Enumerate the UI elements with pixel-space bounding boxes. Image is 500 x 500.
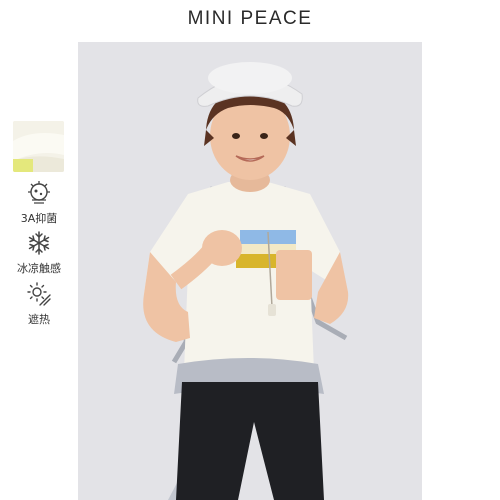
feature-label: 冰凉触感 xyxy=(17,262,61,275)
feature-label: 遮热 xyxy=(28,313,50,326)
brand-logo: MINI PEACE xyxy=(187,8,313,29)
feature-label: 3A抑菌 xyxy=(20,212,58,225)
product-photo xyxy=(78,42,422,500)
snowflake-icon xyxy=(28,231,50,255)
feature-heat-shield: 遮热 xyxy=(11,281,67,327)
feature-antibacterial: 3A抑菌 xyxy=(11,180,67,226)
sun-shade-icon xyxy=(27,282,51,306)
fabric-thumbnail xyxy=(13,121,64,172)
antibacterial-icon xyxy=(28,181,50,204)
feature-cooling: 冰凉触感 xyxy=(11,230,67,276)
